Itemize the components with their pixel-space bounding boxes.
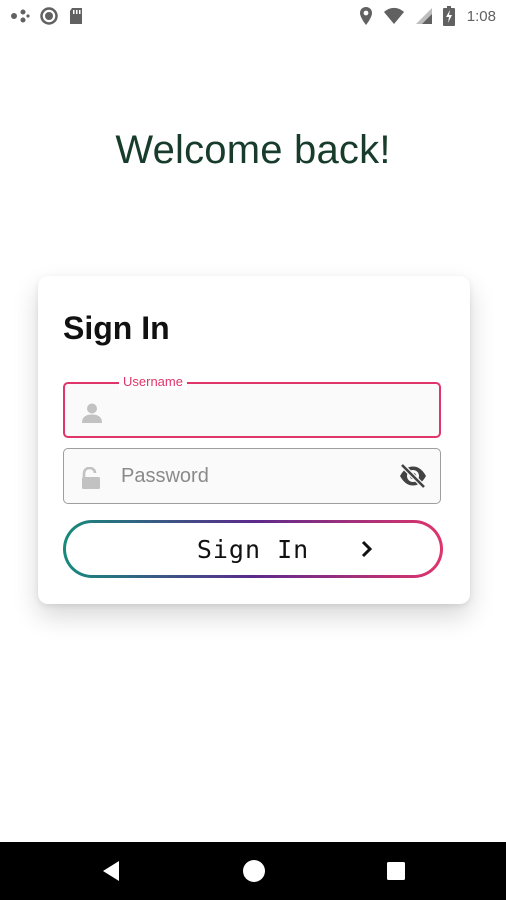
visibility-off-icon[interactable] (398, 463, 428, 489)
sign-in-button[interactable]: Sign In (63, 520, 443, 578)
battery-charging-icon (442, 6, 455, 26)
wifi-icon (383, 7, 404, 24)
recents-icon[interactable] (386, 861, 406, 881)
username-label: Username (119, 374, 187, 390)
back-icon[interactable] (99, 859, 123, 883)
navigation-bar (0, 842, 506, 900)
status-time: 1:08 (466, 7, 496, 25)
sign-in-button-label: Sign In (196, 534, 310, 564)
password-placeholder: Password (121, 465, 209, 487)
login-card: Sign In Username Password Sign In (38, 276, 470, 604)
password-field[interactable]: Password (63, 448, 441, 504)
status-bar: 1:08 (0, 0, 506, 32)
signal-icon (415, 8, 432, 24)
status-left (10, 7, 84, 25)
username-field[interactable]: Username (63, 374, 441, 438)
home-icon[interactable] (242, 859, 266, 883)
person-icon (82, 403, 102, 423)
chevron-right-icon (361, 540, 373, 558)
circle-notification-icon (40, 7, 58, 25)
unlock-icon (82, 467, 100, 489)
welcome-title: Welcome back! (115, 128, 391, 172)
dots-notification-icon (11, 9, 30, 23)
status-right: 1:08 (359, 6, 496, 26)
sd-card-icon (70, 8, 82, 24)
card-title: Sign In (63, 310, 170, 346)
location-icon (359, 7, 372, 25)
